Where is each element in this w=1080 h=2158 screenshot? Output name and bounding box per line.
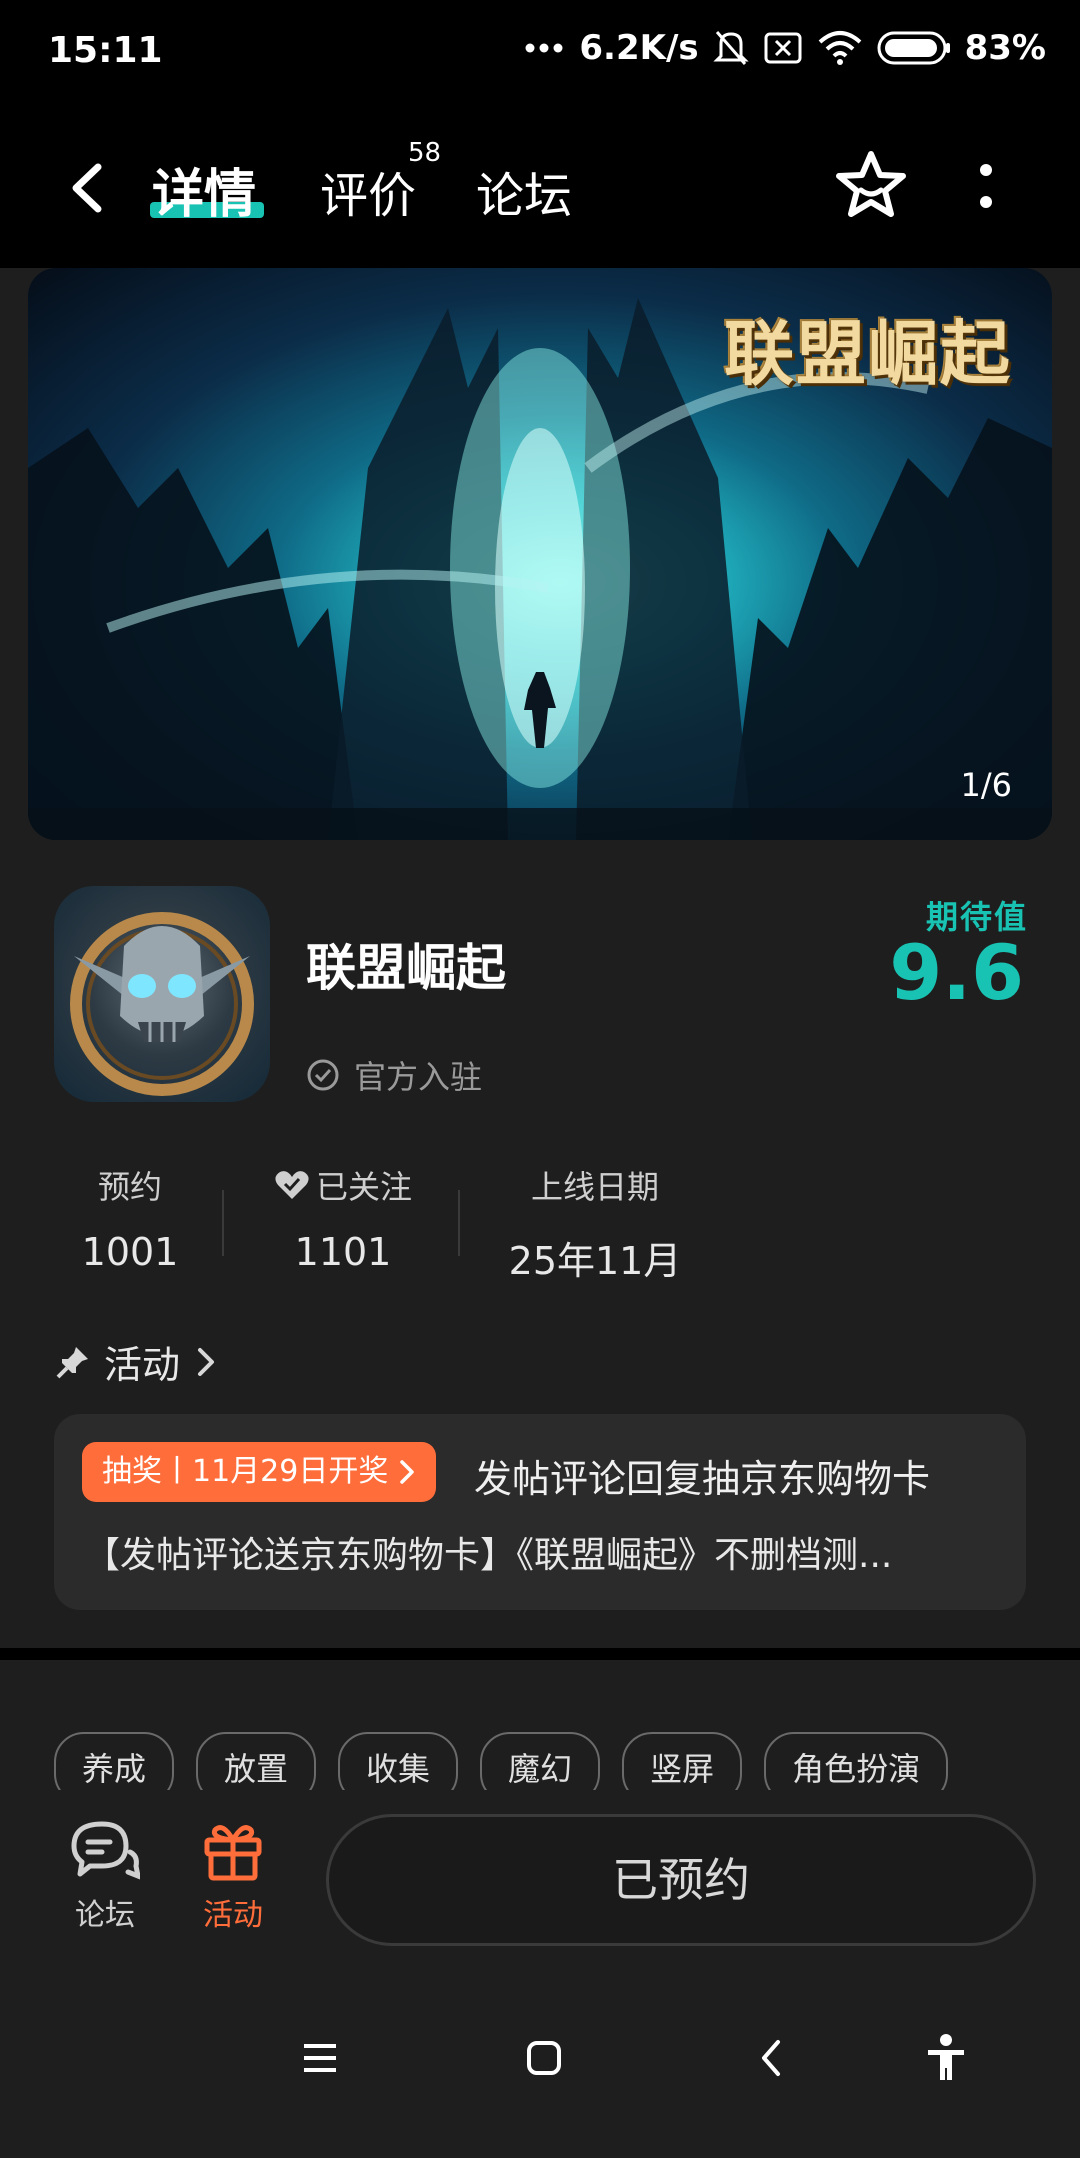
home-button[interactable] <box>514 2028 574 2088</box>
carousel-counter: 1/6 <box>960 766 1013 804</box>
more-menu-button[interactable] <box>968 158 1004 218</box>
chevron-left-icon <box>72 163 102 213</box>
tag-chip[interactable]: 角色扮演 <box>764 1732 949 1790</box>
stat-value: 25年11月 <box>508 1239 682 1283</box>
stat-label: 预约 <box>97 1168 162 1206</box>
banner-game-logo: 联盟崛起 <box>724 312 1012 395</box>
stat-value: 1101 <box>294 1230 392 1274</box>
pin-icon <box>56 1346 88 1378</box>
dots-icon <box>525 42 565 54</box>
skull-emblem-icon <box>70 912 254 1096</box>
activity-shortcut-button[interactable]: 活动 <box>168 1818 298 1934</box>
gift-icon <box>204 1825 262 1881</box>
chevron-right-icon <box>198 1347 215 1376</box>
status-bar: 15:11 6.2K/s 83% <box>0 0 1080 108</box>
more-vertical-icon <box>980 164 992 208</box>
back-nav-button[interactable] <box>742 2028 802 2088</box>
menu-icon <box>304 2044 336 2072</box>
stat-value: 1001 <box>81 1230 179 1274</box>
battery-icon <box>877 30 951 66</box>
activity-shortcut-label: 活动 <box>203 1898 263 1933</box>
star-icon <box>836 151 906 217</box>
forum-shortcut-label: 论坛 <box>75 1898 135 1933</box>
lottery-tag: 抽奖丨11月29日开奖 <box>82 1442 437 1502</box>
back-button[interactable] <box>60 153 120 223</box>
tag-chip[interactable]: 魔幻 <box>480 1732 601 1790</box>
expect-score: 9.6 <box>889 928 1024 1017</box>
review-count-badge: 58 <box>408 138 442 168</box>
stat-label: 已关注 <box>248 1162 438 1208</box>
chevron-right-icon <box>400 1460 415 1484</box>
accessibility-button[interactable] <box>916 2028 976 2088</box>
activity-section-header[interactable]: 活动 <box>56 1334 218 1389</box>
accessibility-icon <box>928 2034 964 2080</box>
section-divider <box>0 1648 1080 1660</box>
activity-card[interactable]: 抽奖丨11月29日开奖 发帖评论回复抽京东购物卡 【发帖评论送京东购物卡】《联盟… <box>54 1414 1026 1610</box>
status-time: 15:11 <box>48 30 163 71</box>
activity-description: 【发帖评论送京东购物卡】《联盟崛起》不删档测... <box>84 1535 893 1576</box>
verified-label: 官方入驻 <box>354 1058 483 1096</box>
sim-off-icon <box>763 30 803 66</box>
activity-section-label: 活动 <box>104 1343 181 1387</box>
chevron-left-icon <box>762 2040 780 2076</box>
tag-list: 养成 放置 收集 魔幻 竖屏 角色扮演 <box>54 1732 949 1790</box>
bottom-action-bar: 论坛 活动 已预约 <box>0 1790 1080 1970</box>
app-header: 详情 评价 58 论坛 <box>0 108 1080 268</box>
system-nav-bar <box>0 1970 1080 2158</box>
tag-chip[interactable]: 竖屏 <box>622 1732 743 1790</box>
stat-reservations: 预约 1001 <box>64 1162 196 1274</box>
divider <box>458 1190 460 1256</box>
recent-apps-button[interactable] <box>290 2028 350 2088</box>
heart-icon <box>275 1171 309 1199</box>
tab-forum[interactable]: 论坛 <box>476 156 572 226</box>
verified-badge: 官方入驻 <box>306 1052 482 1098</box>
divider <box>222 1190 224 1256</box>
stat-release-date: 上线日期 25年11月 <box>500 1162 690 1285</box>
tag-chip[interactable]: 养成 <box>54 1732 175 1790</box>
tab-review[interactable]: 评价 <box>320 156 416 226</box>
forum-shortcut-button[interactable]: 论坛 <box>40 1818 170 1934</box>
square-icon <box>527 2041 561 2075</box>
chat-bubble-icon <box>71 1821 140 1880</box>
status-indicators: 6.2K/s 83% <box>525 28 1046 68</box>
network-speed: 6.2K/s <box>579 28 699 68</box>
battery-percent: 83% <box>964 28 1046 68</box>
wifi-icon <box>817 30 863 66</box>
tags-section: 养成 放置 收集 魔幻 竖屏 角色扮演 <box>0 1660 1080 1790</box>
stat-label: 上线日期 <box>530 1168 659 1206</box>
tag-chip[interactable]: 放置 <box>196 1732 317 1790</box>
favorite-button[interactable] <box>832 148 910 226</box>
detail-page: 联盟崛起 1/6 联盟崛起 官方入驻 期待值 9.6 预约 1001 已关注 1… <box>0 268 1080 1660</box>
mute-bell-icon <box>712 28 749 68</box>
reserved-button[interactable]: 已预约 <box>326 1814 1036 1946</box>
app-name: 联盟崛起 <box>306 939 506 997</box>
activity-title: 发帖评论回复抽京东购物卡 <box>474 1457 931 1501</box>
tag-chip[interactable]: 收集 <box>338 1732 459 1790</box>
stat-followers[interactable]: 已关注 1101 <box>248 1162 438 1274</box>
tab-detail[interactable]: 详情 <box>152 152 256 227</box>
screenshot-carousel[interactable]: 联盟崛起 1/6 <box>28 268 1052 840</box>
app-icon <box>54 886 270 1102</box>
check-circle-icon <box>307 1059 339 1091</box>
